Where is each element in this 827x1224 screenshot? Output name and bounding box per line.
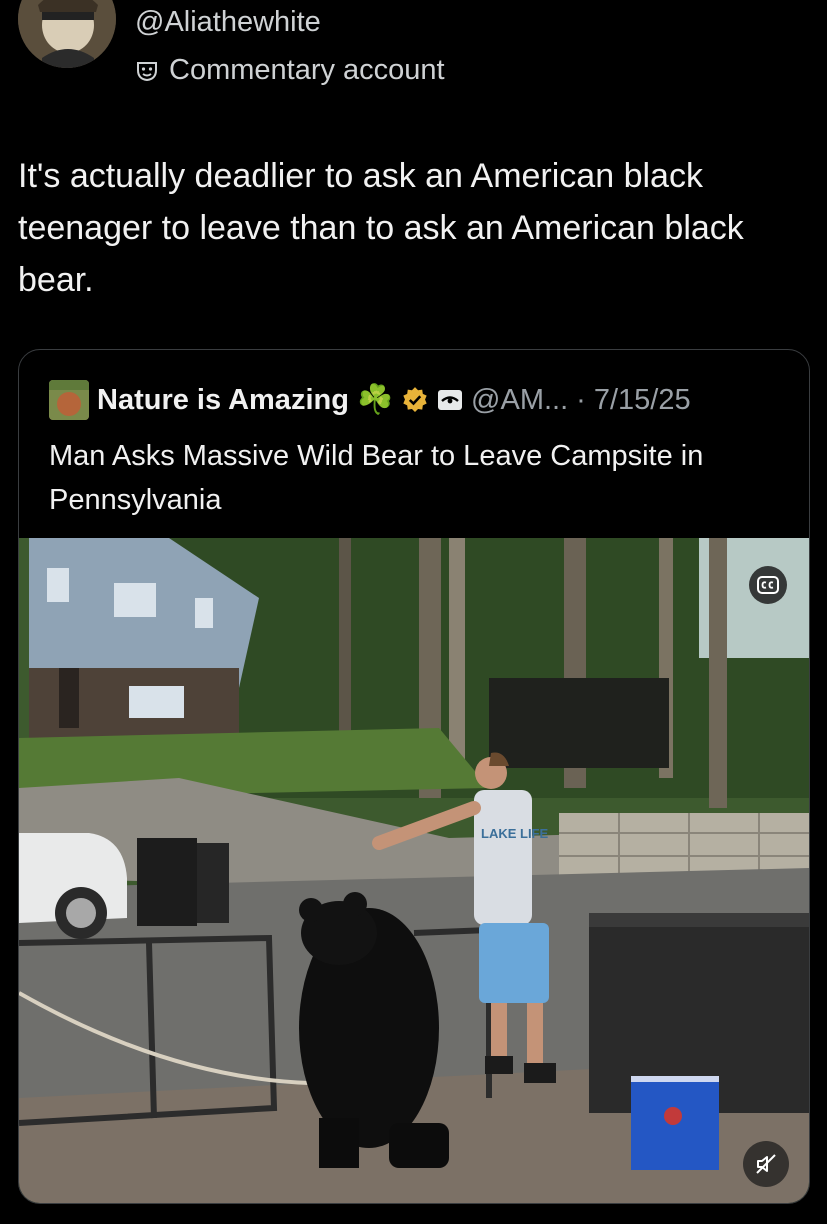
quoted-post-header: Nature is Amazing ☘️ @AM... · 7/15/25 <box>49 380 691 420</box>
muted-speaker-icon <box>756 1154 776 1174</box>
quoted-name[interactable]: Nature is Amazing <box>97 384 349 417</box>
parody-mask-icon <box>137 61 157 81</box>
shirt-text: LAKE LIFE <box>481 826 548 841</box>
gold-verified-badge-icon <box>403 387 427 413</box>
dot-separator: · <box>576 383 586 416</box>
account-label: Commentary account <box>169 54 445 86</box>
author-avatar[interactable] <box>18 0 116 68</box>
account-label-row: Commentary account <box>135 54 445 87</box>
quoted-title: Man Asks Massive Wild Bear to Leave Camp… <box>49 440 704 516</box>
post-text: It's actually deadlier to ask an America… <box>18 157 744 299</box>
avatar-illustration <box>18 0 116 68</box>
quoted-handle[interactable]: @AM... <box>471 384 568 417</box>
quoted-avatar-illustration <box>49 380 89 420</box>
quoted-post[interactable]: Nature is Amazing ☘️ @AM... · 7/15/25 Ma… <box>18 349 810 1204</box>
mute-button[interactable] <box>743 1141 789 1187</box>
quoted-date[interactable]: 7/15/25 <box>594 384 691 417</box>
video-frame: LAKE LIFE <box>19 538 809 1203</box>
video-player[interactable]: LAKE LIFE <box>19 538 809 1203</box>
quoted-avatar[interactable] <box>49 380 89 420</box>
closed-captions-icon <box>757 576 779 594</box>
closed-captions-button[interactable] <box>749 566 787 604</box>
author-handle[interactable]: @Aliathewhite <box>135 6 321 39</box>
affiliate-badge-icon <box>438 390 463 410</box>
shamrock-emoji: ☘️ <box>356 384 394 416</box>
